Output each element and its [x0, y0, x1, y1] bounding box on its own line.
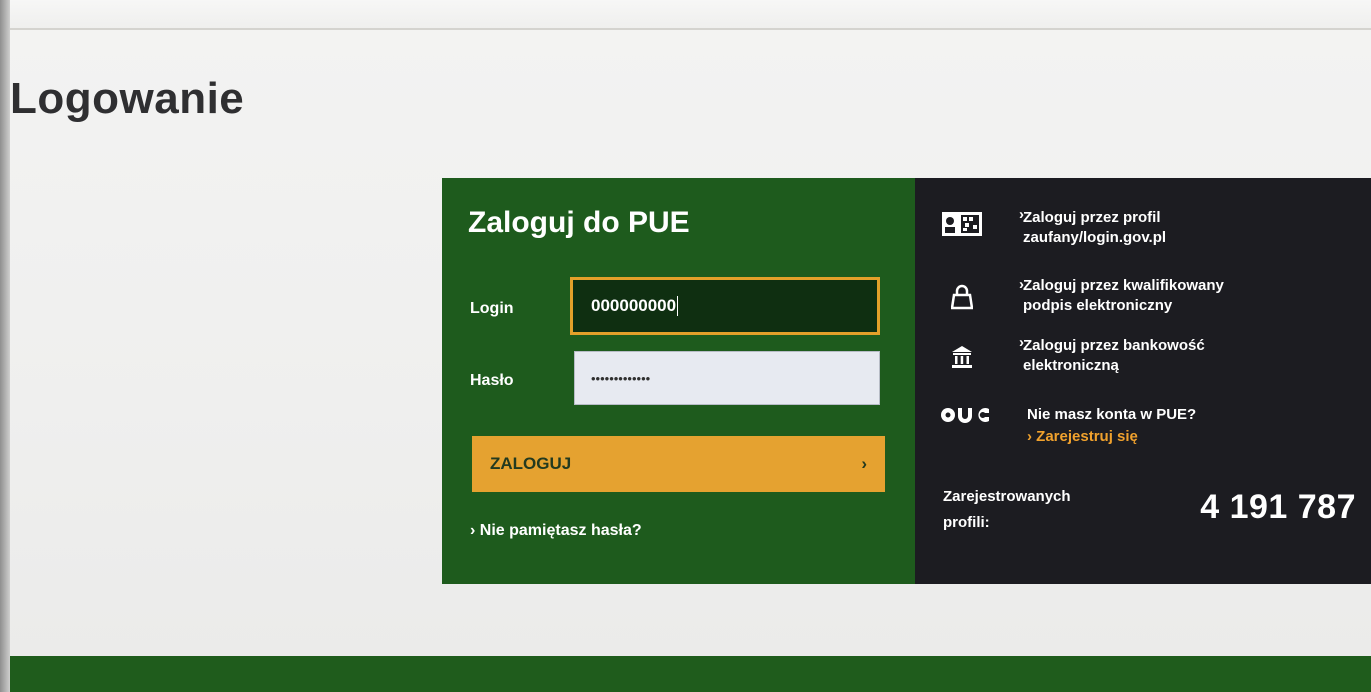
forgot-password-label: Nie pamiętasz hasła? [479, 522, 642, 539]
alternative-login-panel: › Zaloguj przez profil zaufany/login.gov… [915, 178, 1371, 584]
link-line: Zaloguj przez kwalifikowany [1023, 277, 1224, 294]
login-profil-zaufany-link[interactable]: Zaloguj przez profil zaufany/login.gov.p… [1023, 208, 1166, 248]
login-button-label: ZALOGUJ [490, 454, 572, 473]
password-input[interactable]: ••••••••••••• [574, 351, 880, 405]
lock-icon [939, 278, 985, 316]
link-line: podpis elektroniczny [1023, 297, 1173, 314]
top-header-band [10, 0, 1371, 30]
register-link[interactable]: › Zarejestruj się [1027, 428, 1138, 445]
link-line: zaufany/login.gov.pl [1023, 229, 1167, 246]
link-line: Zaloguj przez profil [1023, 209, 1161, 226]
bank-icon [939, 338, 985, 376]
link-line: elektroniczną [1023, 357, 1119, 374]
register-link-label: Zarejestruj się [1036, 428, 1138, 445]
chevron-right-icon: › [470, 522, 476, 539]
link-line: Zaloguj przez bankowość [1023, 337, 1205, 354]
login-label: Login [470, 300, 514, 317]
register-prompt: Nie masz konta w PUE? [1027, 406, 1197, 423]
stats-label-line: profili: [943, 514, 990, 531]
stats-label-line: Zarejestrowanych [943, 488, 1071, 505]
screen-bezel [0, 0, 10, 692]
registered-profiles-label: Zarejestrowanych profili: [943, 484, 1071, 536]
login-qualified-signature-link[interactable]: Zaloguj przez kwalifikowany podpis elekt… [1023, 276, 1224, 316]
login-title: Zaloguj do PUE [468, 206, 690, 239]
forgot-password-link[interactable]: › Nie pamiętasz hasła? [470, 522, 642, 540]
text-caret [677, 296, 679, 316]
chevron-right-icon: › [861, 454, 867, 473]
page-title: Logowanie [10, 74, 245, 123]
password-label: Hasło [470, 372, 514, 389]
password-mask: ••••••••••••• [591, 370, 651, 386]
chevron-right-icon: › [1027, 428, 1032, 445]
login-bank-link[interactable]: Zaloguj przez bankowość elektroniczną [1023, 336, 1205, 376]
profile-card-icon [939, 204, 985, 242]
login-input[interactable]: 000000000 [570, 277, 880, 335]
login-panel: Zaloguj do PUE Login 000000000 Hasło •••… [442, 178, 915, 584]
footer-band [10, 656, 1371, 692]
pue-logo-icon [937, 396, 993, 434]
registered-profiles-count: 4 191 787 [1200, 488, 1356, 526]
login-button[interactable]: ZALOGUJ › [472, 436, 885, 492]
login-input-value: 000000000 [591, 296, 677, 315]
